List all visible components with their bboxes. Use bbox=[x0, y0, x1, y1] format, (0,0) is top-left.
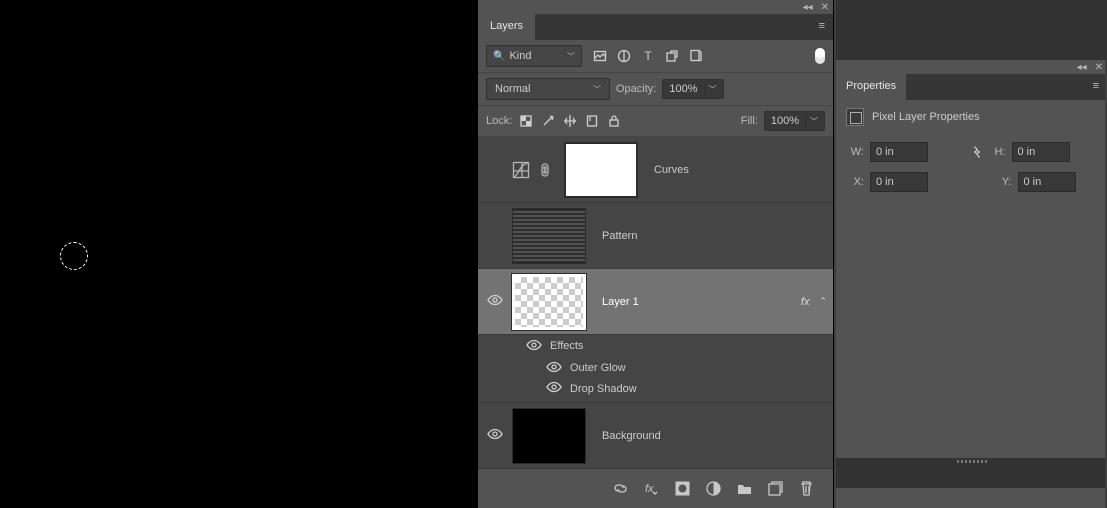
fx-collapse-arrow[interactable]: ⌃ bbox=[819, 296, 827, 307]
svg-text:fx: fx bbox=[645, 483, 654, 495]
blend-mode-select[interactable]: Normal ﹀ bbox=[486, 78, 610, 100]
y-input[interactable] bbox=[1018, 172, 1076, 192]
properties-tab[interactable]: Properties bbox=[836, 74, 906, 100]
height-input[interactable] bbox=[1012, 142, 1070, 162]
lock-transparency-icon[interactable] bbox=[518, 113, 534, 129]
add-mask-button[interactable] bbox=[674, 480, 691, 497]
effect-name: Outer Glow bbox=[570, 362, 626, 374]
eye-icon[interactable] bbox=[546, 381, 562, 396]
brush-cursor bbox=[60, 242, 88, 270]
layer-name[interactable]: Curves bbox=[654, 164, 827, 176]
filter-shape-icon[interactable] bbox=[664, 48, 680, 64]
fill-input[interactable]: 100% ﹀ bbox=[764, 111, 825, 131]
visibility-toggle[interactable] bbox=[484, 428, 506, 443]
effect-name: Drop Shadow bbox=[570, 383, 637, 395]
eye-icon bbox=[487, 294, 503, 309]
y-label: Y: bbox=[994, 176, 1012, 188]
mask-link-icon bbox=[536, 161, 554, 179]
layer-name[interactable]: Pattern bbox=[602, 230, 827, 242]
fill-label: Fill: bbox=[741, 115, 758, 127]
properties-subtitle: Pixel Layer Properties bbox=[872, 111, 980, 123]
effect-row[interactable]: Drop Shadow bbox=[478, 379, 833, 403]
tab-bar-area bbox=[535, 14, 811, 40]
blend-mode-value: Normal bbox=[495, 83, 530, 95]
add-group-button[interactable] bbox=[736, 480, 753, 497]
layer-thumb[interactable] bbox=[512, 274, 586, 330]
close-panel-icon[interactable]: ✕ bbox=[1095, 62, 1103, 73]
fx-badge: fx bbox=[801, 296, 810, 308]
curves-adjust-icon bbox=[512, 161, 530, 179]
filter-kind-label: Kind bbox=[509, 50, 531, 62]
layers-tab[interactable]: Layers bbox=[478, 14, 535, 40]
eye-icon[interactable] bbox=[526, 339, 542, 354]
search-icon: 🔍 bbox=[493, 51, 505, 62]
opacity-value: 100% bbox=[669, 83, 697, 95]
filter-type-icon[interactable]: T bbox=[640, 48, 656, 64]
width-input[interactable] bbox=[870, 142, 928, 162]
layer-style-button[interactable]: fx bbox=[643, 480, 660, 497]
visibility-toggle[interactable] bbox=[484, 294, 506, 309]
lock-label: Lock: bbox=[486, 115, 512, 127]
layers-panel: ◂◂ ✕ Layers ≡ 🔍 Kind ﹀ T Normal ﹀ Opacity… bbox=[478, 0, 833, 508]
layer-name[interactable]: Background bbox=[602, 430, 827, 442]
chevron-down-icon: ﹀ bbox=[593, 84, 601, 95]
panel-menu-icon[interactable]: ≡ bbox=[811, 14, 833, 40]
layers-list: Curves Pattern Layer 1 fx ⌃ Effects Oute… bbox=[478, 137, 833, 469]
filter-pixel-icon[interactable] bbox=[592, 48, 608, 64]
layer-thumb[interactable] bbox=[512, 408, 586, 464]
layer-row[interactable]: Curves bbox=[478, 137, 833, 203]
effect-row[interactable]: Outer Glow bbox=[478, 357, 833, 379]
lock-all-icon[interactable] bbox=[606, 113, 622, 129]
layer-name[interactable]: Layer 1 bbox=[602, 296, 795, 308]
eye-icon bbox=[487, 428, 503, 443]
eye-icon[interactable] bbox=[546, 361, 562, 376]
chevron-down-icon: ﹀ bbox=[805, 116, 818, 127]
filter-adjustment-icon[interactable] bbox=[616, 48, 632, 64]
x-input[interactable] bbox=[870, 172, 928, 192]
opacity-label: Opacity: bbox=[616, 83, 656, 95]
collapse-panel-icon[interactable]: ◂◂ bbox=[803, 2, 813, 13]
filter-toggle[interactable] bbox=[815, 48, 825, 64]
filter-kind-select[interactable]: 🔍 Kind ﹀ bbox=[486, 45, 582, 67]
document-canvas[interactable] bbox=[0, 0, 478, 508]
properties-panel: ◂◂ ✕ Properties ≡ Pixel Layer Properties… bbox=[836, 60, 1107, 508]
chevron-down-icon: ﹀ bbox=[567, 51, 575, 62]
link-layers-button[interactable] bbox=[612, 480, 629, 497]
lock-pixels-icon[interactable] bbox=[540, 113, 556, 129]
layer-row[interactable]: Pattern bbox=[478, 203, 833, 269]
right-panel-dock-area bbox=[836, 0, 1107, 60]
filter-smartobject-icon[interactable] bbox=[688, 48, 704, 64]
lock-artboard-icon[interactable] bbox=[584, 113, 600, 129]
width-label: W: bbox=[846, 146, 864, 158]
right-panel-dock-bottom bbox=[836, 458, 1107, 488]
delete-layer-button[interactable] bbox=[798, 480, 815, 497]
layer-row[interactable]: Background bbox=[478, 403, 833, 469]
tab-bar-area bbox=[906, 74, 1084, 100]
effects-label: Effects bbox=[550, 340, 583, 352]
layer-mask-thumb[interactable] bbox=[564, 142, 638, 198]
x-label: X: bbox=[846, 176, 864, 188]
close-panel-icon[interactable]: ✕ bbox=[821, 2, 829, 13]
opacity-input[interactable]: 100% ﹀ bbox=[662, 79, 723, 99]
collapse-panel-icon[interactable]: ◂◂ bbox=[1077, 62, 1087, 73]
new-layer-button[interactable] bbox=[767, 480, 784, 497]
panel-menu-icon[interactable]: ≡ bbox=[1085, 74, 1107, 100]
layer-thumb[interactable] bbox=[512, 208, 586, 264]
lock-position-icon[interactable] bbox=[562, 113, 578, 129]
effects-header-row[interactable]: Effects bbox=[478, 335, 833, 357]
chevron-down-icon: ﹀ bbox=[704, 84, 717, 95]
layer-row[interactable]: Layer 1 fx ⌃ bbox=[478, 269, 833, 335]
pixel-layer-icon bbox=[846, 108, 864, 126]
height-label: H: bbox=[988, 146, 1006, 158]
add-adjustment-button[interactable] bbox=[705, 480, 722, 497]
link-wh-button[interactable] bbox=[966, 142, 988, 162]
fill-value: 100% bbox=[771, 115, 799, 127]
layers-footer: fx bbox=[478, 474, 833, 502]
